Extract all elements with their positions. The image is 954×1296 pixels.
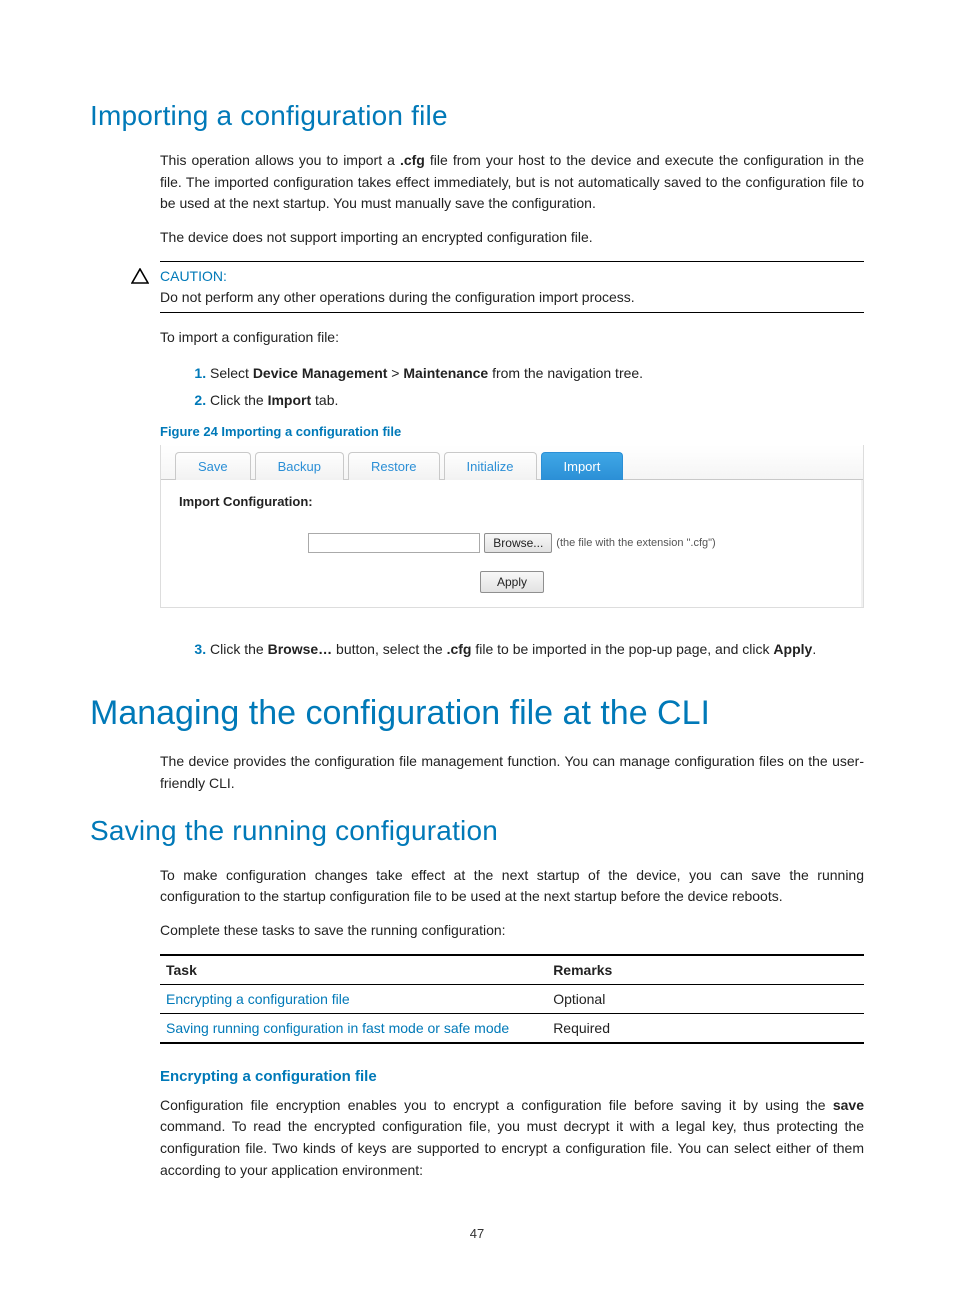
text-bold: Apply (773, 641, 812, 657)
steps-list: Select Device Management > Maintenance f… (160, 360, 864, 413)
saving-p2: Complete these tasks to save the running… (160, 920, 864, 942)
file-hint: (the file with the extension ".cfg") (556, 537, 715, 549)
file-row: Browse... (the file with the extension "… (179, 533, 845, 553)
caution-icon (120, 268, 160, 287)
heading-importing: Importing a configuration file (90, 100, 864, 132)
tasks-table: Task Remarks Encrypting a configuration … (160, 954, 864, 1044)
managing-p1: The device provides the configuration fi… (160, 751, 864, 794)
tab-backup[interactable]: Backup (255, 452, 344, 480)
link-encrypting[interactable]: Encrypting a configuration file (166, 991, 350, 1007)
browse-button[interactable]: Browse... (484, 533, 552, 553)
heading-saving: Saving the running configuration (90, 815, 864, 847)
cell-remarks: Required (547, 1013, 864, 1043)
text-bold-cfg: .cfg (400, 152, 425, 168)
saving-p1: To make configuration changes take effec… (160, 865, 864, 908)
steps-intro-wrap: To import a configuration file: Select D… (160, 327, 864, 662)
tab-save[interactable]: Save (175, 452, 251, 480)
importing-p2: The device does not support importing an… (160, 227, 864, 249)
table-row: Saving running configuration in fast mod… (160, 1013, 864, 1043)
rule (160, 261, 864, 262)
table-header-remarks: Remarks (547, 955, 864, 985)
apply-button[interactable]: Apply (480, 571, 544, 593)
rule (160, 312, 864, 313)
table-row: Encrypting a configuration file Optional (160, 984, 864, 1013)
figure-caption: Figure 24 Importing a configuration file (160, 424, 864, 439)
text-bold-save: save (833, 1097, 864, 1113)
link-saving-mode[interactable]: Saving running configuration in fast mod… (166, 1020, 509, 1036)
screenshot-import-config: Save Backup Restore Initialize Import Im… (160, 445, 864, 608)
text-bold: Browse… (268, 641, 333, 657)
importing-p1: This operation allows you to import a .c… (160, 150, 864, 215)
step-3: Click the Browse… button, select the .cf… (210, 636, 864, 663)
text: . (812, 641, 816, 657)
page-number: 47 (0, 1226, 954, 1241)
text: button, select the (332, 641, 446, 657)
import-config-label: Import Configuration: (179, 494, 845, 509)
text: This operation allows you to import a (160, 152, 400, 168)
step-2: Click the Import tab. (210, 387, 864, 414)
text-bold: Maintenance (403, 365, 488, 381)
text: tab. (311, 392, 338, 408)
tab-bar: Save Backup Restore Initialize Import (161, 445, 863, 480)
text: Configuration file encryption enables yo… (160, 1097, 833, 1113)
step-1: Select Device Management > Maintenance f… (210, 360, 864, 387)
steps-list-2: Click the Browse… button, select the .cf… (160, 636, 864, 663)
cell-remarks: Optional (547, 984, 864, 1013)
section-importing-body: This operation allows you to import a .c… (160, 150, 864, 249)
heading-managing-cli: Managing the configuration file at the C… (90, 694, 864, 733)
text: > (387, 365, 403, 381)
text: Click the (210, 392, 268, 408)
text: from the navigation tree. (488, 365, 643, 381)
tab-restore[interactable]: Restore (348, 452, 440, 480)
caution-box: CAUTION: Do not perform any other operat… (120, 261, 864, 313)
file-path-input[interactable] (308, 533, 480, 553)
text-bold: .cfg (447, 641, 472, 657)
caution-text: Do not perform any other operations duri… (160, 287, 864, 308)
tab-import[interactable]: Import (541, 452, 624, 480)
text: Click the (210, 641, 268, 657)
text: command. To read the encrypted configura… (160, 1118, 864, 1177)
text: file to be imported in the pop-up page, … (471, 641, 773, 657)
tab-initialize[interactable]: Initialize (444, 452, 537, 480)
subheading-encrypting: Encrypting a configuration file (160, 1068, 864, 1085)
encrypting-p1: Configuration file encryption enables yo… (160, 1095, 864, 1182)
page: Importing a configuration file This oper… (0, 0, 954, 1296)
text-bold: Import (268, 392, 312, 408)
text: Select (210, 365, 253, 381)
steps-intro: To import a configuration file: (160, 327, 864, 349)
caution-label: CAUTION: (160, 268, 864, 284)
text-bold: Device Management (253, 365, 388, 381)
table-header-task: Task (160, 955, 547, 985)
